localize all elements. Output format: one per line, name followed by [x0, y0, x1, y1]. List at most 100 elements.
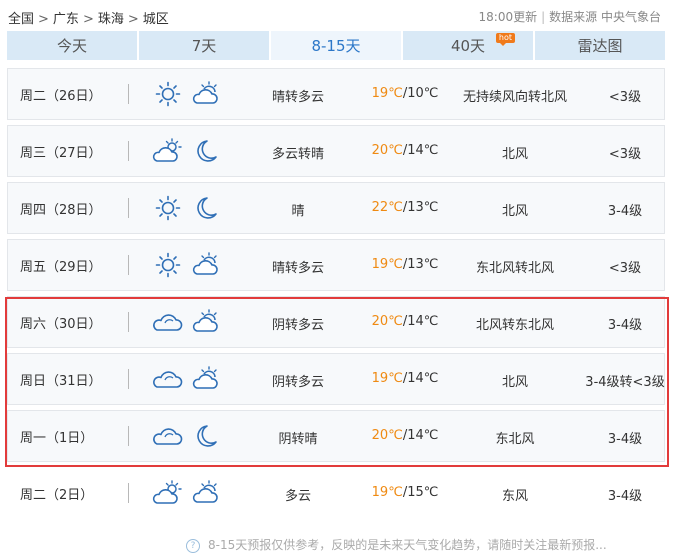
low-temp: /13℃ — [402, 257, 439, 272]
divider — [128, 255, 129, 275]
wind-direction: 东北风 — [495, 432, 535, 447]
temperature: 19℃/15℃ — [360, 485, 450, 500]
high-temp: 19℃ — [371, 485, 403, 500]
weather-condition: 晴 — [291, 204, 305, 219]
footer-note: ? 8-15天预报仅供参考，反映的是未来天气变化趋势，请随时关注最新预报... — [186, 536, 607, 553]
high-temp: 19℃ — [371, 371, 403, 386]
cloudy-icon — [190, 252, 220, 278]
forecast-row: 周四（28日） 晴 22℃/13℃ 北风 3-4级 — [7, 182, 665, 234]
high-temp: 22℃ — [371, 200, 403, 215]
breadcrumb-separator: > — [127, 12, 139, 27]
forecast-row: 周二（2日） 多云 19℃/15℃ 东风 3-4级 — [7, 467, 665, 519]
breadcrumb-item-city[interactable]: 珠海 — [98, 8, 124, 27]
tab-label: 40天 — [450, 37, 486, 55]
moon-icon — [190, 423, 220, 449]
high-temp: 20℃ — [371, 314, 403, 329]
wind-direction: 北风 — [501, 204, 528, 219]
temperature: 20℃/14℃ — [360, 428, 450, 443]
tab-today[interactable]: 今天 — [7, 31, 137, 60]
tab-label: 今天 — [56, 37, 87, 55]
wind-level: 3-4级 — [607, 204, 643, 219]
wind-level: 3-4级 — [607, 489, 643, 504]
day-label: 周二（26日） — [20, 89, 102, 104]
day-label: 周六（30日） — [20, 317, 102, 332]
breadcrumb-item-province[interactable]: 广东 — [53, 8, 79, 27]
wind-direction: 东北风转北风 — [475, 261, 554, 276]
divider — [128, 141, 129, 161]
low-temp: /14℃ — [402, 428, 439, 443]
overcast-icon — [153, 366, 183, 392]
partly-cloudy-icon — [152, 480, 183, 506]
cloudy-icon — [190, 81, 220, 107]
high-temp: 19℃ — [371, 86, 403, 101]
tab-label: 雷达图 — [577, 37, 623, 55]
wind-direction: 无持续风向转北风 — [462, 90, 567, 105]
high-temp: 20℃ — [371, 143, 403, 158]
day-label: 周一（1日） — [20, 431, 94, 446]
temperature: 22℃/13℃ — [360, 200, 450, 215]
question-icon[interactable]: ? — [186, 539, 200, 553]
forecast-row: 周三（27日） 多云转晴 20℃/14℃ 北风 <3级 — [7, 125, 665, 177]
forecast-row: 周六（30日） 阴转多云 20℃/14℃ 北风转东北风 3-4级 — [7, 296, 665, 348]
overcast-icon — [153, 309, 183, 335]
temperature: 19℃/13℃ — [360, 257, 450, 272]
cloudy-icon — [190, 309, 220, 335]
divider — [128, 198, 129, 218]
weather-condition: 多云转晴 — [271, 147, 324, 162]
wind-direction: 东风 — [501, 489, 528, 504]
day-label: 周五（29日） — [20, 260, 102, 275]
sun-icon — [153, 252, 183, 278]
breadcrumb-item-district: 城区 — [142, 12, 169, 27]
hot-badge: hot — [495, 33, 515, 46]
tab-label: 7天 — [191, 37, 217, 55]
breadcrumb-separator: > — [82, 12, 94, 27]
wind-direction: 北风 — [501, 147, 528, 162]
low-temp: /10℃ — [402, 86, 439, 101]
divider — [128, 312, 129, 332]
forecast-row: 周一（1日） 阴转晴 20℃/14℃ 东北风 3-4级 — [7, 410, 665, 462]
wind-direction: 北风转东北风 — [475, 318, 554, 333]
weather-condition: 阴转多云 — [271, 375, 324, 390]
forecast-row: 周日（31日） 阴转多云 19℃/14℃ 北风 3-4级转<3级 — [7, 353, 665, 405]
wind-level: 3-4级 — [607, 318, 643, 333]
weather-condition: 阴转多云 — [271, 318, 324, 333]
wind-level: 3-4级 — [607, 432, 643, 447]
footer-text: 8-15天预报仅供参考，反映的是未来天气变化趋势，请随时关注最新预报... — [208, 538, 607, 552]
weather-condition: 阴转晴 — [278, 432, 318, 447]
divider — [128, 426, 129, 446]
moon-icon — [190, 195, 220, 221]
partly-cloudy-icon — [152, 138, 183, 164]
cloudy-icon — [190, 480, 220, 506]
forecast-tabs: 今天 7天 8-15天 40天 hot 雷达图 — [7, 31, 665, 60]
day-label: 周四（28日） — [20, 203, 102, 218]
temperature: 20℃/14℃ — [360, 314, 450, 329]
breadcrumb-separator: > — [38, 12, 49, 27]
wind-level: <3级 — [608, 90, 642, 105]
sun-icon — [153, 195, 183, 221]
low-temp: /13℃ — [402, 200, 439, 215]
day-label: 周二（2日） — [20, 488, 94, 503]
forecast-row: 周二（26日） 晴转多云 19℃/10℃ 无持续风向转北风 <3级 — [7, 68, 665, 120]
breadcrumb: 全国 > 广东 > 珠海 > 城区 — [8, 8, 169, 27]
tab-8-15-days[interactable]: 8-15天 — [271, 31, 401, 60]
update-time: 18:00更新 — [478, 10, 538, 24]
temperature: 19℃/14℃ — [360, 371, 450, 386]
high-temp: 20℃ — [371, 428, 403, 443]
low-temp: /14℃ — [402, 371, 439, 386]
wind-level: <3级 — [608, 261, 642, 276]
wind-direction: 北风 — [501, 375, 528, 390]
sun-icon — [153, 81, 183, 107]
low-temp: /14℃ — [402, 143, 439, 158]
day-label: 周三（27日） — [20, 146, 102, 161]
divider — [128, 84, 129, 104]
cloudy-icon — [190, 366, 220, 392]
temperature: 19℃/10℃ — [360, 86, 450, 101]
tab-radar[interactable]: 雷达图 — [535, 31, 665, 60]
breadcrumb-item-country[interactable]: 全国 — [8, 8, 34, 27]
tab-7-days[interactable]: 7天 — [139, 31, 269, 60]
tab-40-days[interactable]: 40天 hot — [403, 31, 533, 60]
forecast-row: 周五（29日） 晴转多云 19℃/13℃ 东北风转北风 <3级 — [7, 239, 665, 291]
low-temp: /14℃ — [402, 314, 439, 329]
tab-label: 8-15天 — [311, 37, 361, 55]
low-temp: /15℃ — [402, 485, 439, 500]
